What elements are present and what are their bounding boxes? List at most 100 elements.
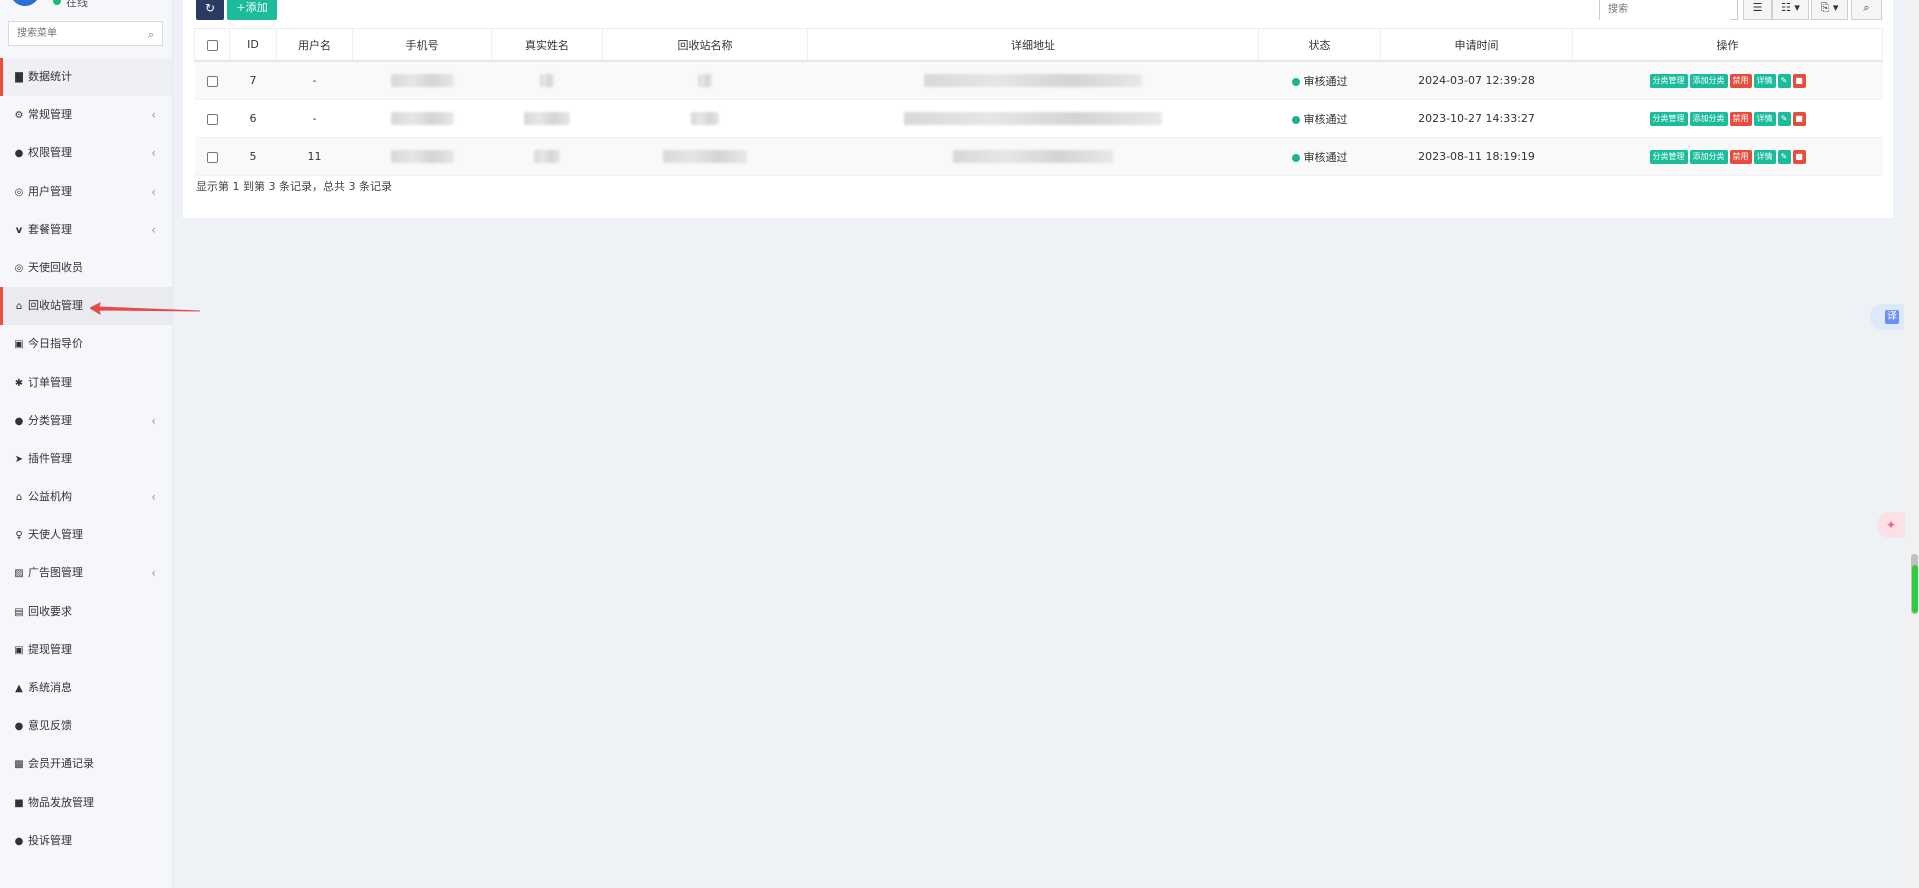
add-category-button[interactable]: 添加分类 (1689, 73, 1728, 88)
column-header[interactable]: 状态 (1258, 28, 1381, 62)
online-status-dot (53, 0, 61, 5)
sidebar-item-permissions[interactable]: ● 权限管理 ‹ (0, 134, 172, 172)
sidebar-item-general[interactable]: ⚙ 常规管理 ‹ (0, 96, 172, 134)
sidebar-item-angels[interactable]: ♀ 天使人管理 (0, 516, 172, 554)
column-header[interactable]: 详细地址 (807, 28, 1259, 62)
trash-icon: ■ (1795, 113, 1803, 123)
column-header[interactable]: 回收站名称 (602, 28, 808, 62)
pencil-icon: ✎ (1780, 75, 1788, 85)
add-button-label: 添加 (245, 1, 268, 14)
money-icon: ▣ (14, 644, 24, 656)
row-checkbox[interactable] (206, 75, 218, 87)
category-button[interactable]: 分类管理 (1649, 111, 1688, 126)
table-row: 6 - 审核通过 2023-10-27 14:33:27 分类管理 添加分类 禁用详… (194, 99, 1883, 138)
sidebar-item-banners[interactable]: ▨ 广告图管理 ‹ (0, 554, 172, 592)
asterisk-icon: ✱ (14, 377, 24, 389)
edit-button[interactable]: ✎ (1777, 111, 1791, 126)
sidebar-item-plugins[interactable]: ➤ 插件管理 (0, 440, 172, 478)
delete-button[interactable]: ■ (1792, 73, 1806, 88)
sidebar-item-categories[interactable]: ● 分类管理 ‹ (0, 402, 172, 440)
column-header[interactable]: 手机号 (352, 28, 492, 62)
add-button[interactable]: +添加 (227, 0, 277, 20)
sidebar-item-complaints[interactable]: ● 投诉管理 (0, 822, 172, 860)
image-icon: ▨ (14, 568, 24, 580)
page-scrollbar[interactable] (1908, 0, 1919, 888)
delete-button[interactable]: ■ (1792, 149, 1806, 164)
sidebar-item-users[interactable]: ◎ 用户管理 ‹ (0, 173, 172, 211)
sidebar-item-label: 插件管理 (28, 451, 72, 465)
sidebar-item-statistics[interactable]: ▇ 数据统计 (0, 58, 172, 97)
assistant-button[interactable]: ✦ (1877, 512, 1905, 538)
status-dot (1291, 115, 1300, 124)
sidebar-item-label: 天使回收员 (28, 260, 83, 274)
list-icon: ☰ (1752, 1, 1763, 14)
sidebar-item-daily-price[interactable]: ▣ 今日指导价 (0, 325, 172, 363)
sidebar-item-requirements[interactable]: ▤ 回收要求 (0, 593, 172, 631)
sidebar-item-label: 广告图管理 (28, 566, 83, 580)
delete-button[interactable]: ■ (1792, 111, 1806, 126)
sidebar-item-label: 提现管理 (28, 642, 72, 656)
sidebar-item-orders[interactable]: ✱ 订单管理 (0, 364, 172, 402)
status-dot (1291, 153, 1300, 162)
select-all-cell[interactable] (194, 28, 230, 62)
export-button[interactable]: ⎘ ▾ (1811, 0, 1848, 20)
sidebar-item-withdrawals[interactable]: ▣ 提现管理 (0, 631, 172, 669)
menu-search-input[interactable] (9, 22, 137, 45)
circle-icon: ● (14, 415, 24, 427)
cogs-icon: ⚙ (14, 110, 24, 122)
edit-button[interactable]: ✎ (1777, 73, 1791, 88)
columns-button[interactable]: ☷ ▾ (1772, 0, 1809, 20)
column-header[interactable]: 用户名 (276, 28, 353, 62)
detail-button[interactable]: 详情 (1753, 73, 1776, 88)
menu-search-box[interactable]: ⌕ (8, 21, 163, 46)
category-button[interactable]: 分类管理 (1649, 73, 1688, 88)
edit-button[interactable]: ✎ (1777, 149, 1791, 164)
column-header[interactable]: 申请时间 (1380, 28, 1573, 62)
sidebar-item-feedback[interactable]: ● 意见反馈 (0, 707, 172, 745)
sidebar-item-angel-recyclers[interactable]: ◎ 天使回收员 (0, 249, 172, 287)
sidebar-item-label: 用户管理 (28, 184, 72, 198)
sidebar-item-charities[interactable]: ⌂ 公益机构 ‹ (0, 478, 172, 516)
add-category-button[interactable]: 添加分类 (1689, 111, 1728, 126)
chevron-left-icon: ‹ (151, 490, 156, 505)
column-header[interactable]: ID (229, 28, 277, 62)
disable-button[interactable]: 禁用 (1729, 111, 1752, 126)
users-icon: ● (14, 148, 24, 160)
translate-button[interactable]: 译 (1870, 304, 1904, 330)
row-checkbox[interactable] (206, 151, 218, 163)
detail-button[interactable]: 详情 (1753, 149, 1776, 164)
search-icon: ⌕ (1863, 1, 1870, 14)
sidebar-item-label: 会员开通记录 (28, 757, 94, 771)
sidebar-item-packages[interactable]: v 套餐管理 ‹ (0, 211, 172, 249)
pencil-icon: ✎ (1780, 113, 1788, 123)
select-all-checkbox[interactable] (206, 39, 218, 51)
disable-button[interactable]: 禁用 (1729, 73, 1752, 88)
sidebar-item-messages[interactable]: ▲ 系统消息 (0, 669, 172, 707)
table-search-box[interactable] (1599, 0, 1738, 21)
chevron-left-icon: ‹ (151, 566, 156, 581)
sidebar-item-label: 今日指导价 (28, 337, 83, 351)
assistant-icon: ✦ (1885, 518, 1897, 532)
search-icon[interactable]: ⌕ (148, 28, 154, 42)
toggle-view-button[interactable]: ☰ (1743, 0, 1772, 20)
row-checkbox[interactable] (206, 113, 218, 125)
cell-time: 2023-08-11 18:19:19 (1380, 137, 1573, 176)
status-badge: 审核通过 (1258, 137, 1381, 176)
refresh-button[interactable]: ↻ (196, 0, 224, 20)
sidebar-item-label: 投诉管理 (28, 833, 72, 847)
disable-button[interactable]: 禁用 (1729, 149, 1752, 164)
table-search-input[interactable] (1600, 0, 1730, 21)
sidebar-item-memberships[interactable]: ▩ 会员开通记录 (0, 745, 172, 783)
detail-button[interactable]: 详情 (1753, 111, 1776, 126)
caret-down-icon: ▾ (1832, 1, 1839, 14)
redacted-station-name (691, 112, 719, 126)
user-avatar[interactable] (10, 0, 40, 6)
bar-chart-icon: ▇ (15, 72, 23, 83)
redacted-name (540, 74, 554, 88)
category-button[interactable]: 分类管理 (1649, 149, 1688, 164)
add-category-button[interactable]: 添加分类 (1689, 149, 1728, 164)
search-toggle-button[interactable]: ⌕ (1851, 0, 1882, 20)
redacted-address (924, 74, 1142, 88)
sidebar-item-distribution[interactable]: ■ 物品发放管理 (0, 784, 172, 822)
column-header[interactable]: 真实姓名 (491, 28, 603, 62)
